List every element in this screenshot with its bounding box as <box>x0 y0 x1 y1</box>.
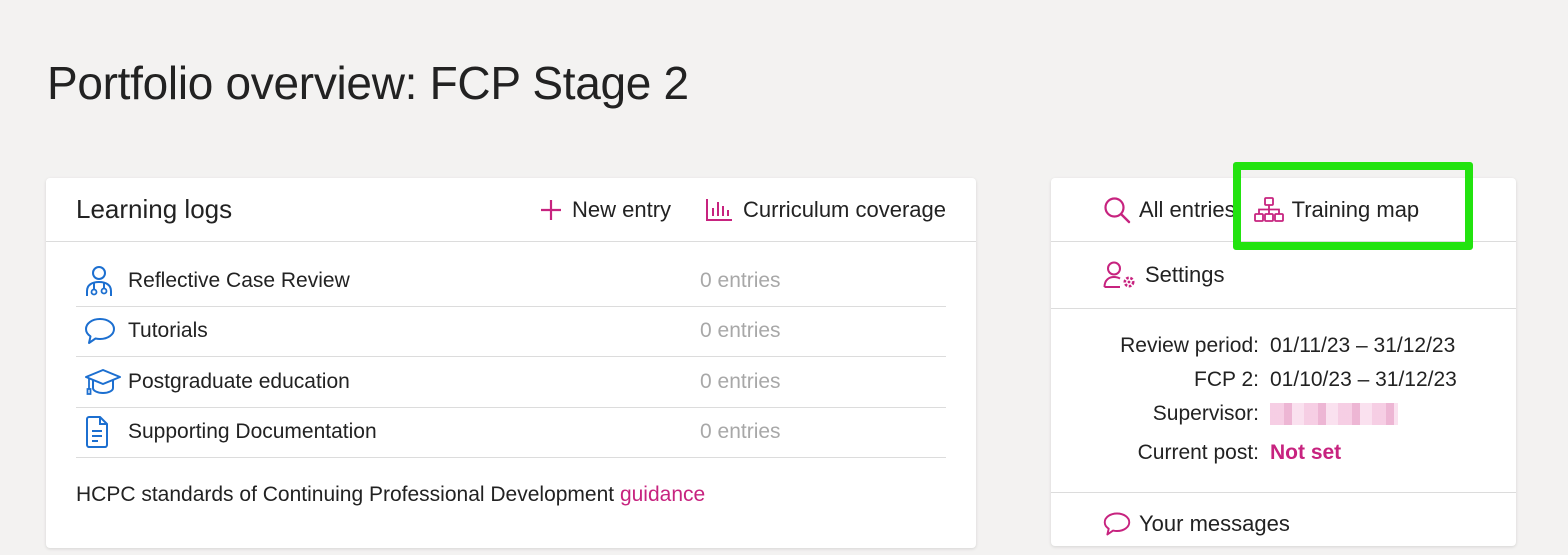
page-title: Portfolio overview: FCP Stage 2 <box>47 57 689 109</box>
review-period-row: Review period: 01/11/23 – 31/12/23 <box>1051 329 1516 363</box>
list-item[interactable]: Reflective Case Review 0 entries <box>76 256 946 307</box>
user-settings-icon <box>1103 261 1135 288</box>
current-post-row: Current post: Not set <box>1051 436 1516 470</box>
new-entry-label: New entry <box>571 196 672 222</box>
list-item-count: 0 entries <box>700 420 781 444</box>
graduation-cap-icon <box>85 368 121 395</box>
learning-logs-actions: New entry Curriculum coverage <box>540 197 946 223</box>
review-period-value: 01/11/23 – 31/12/23 <box>1270 334 1456 357</box>
settings-link[interactable]: Settings <box>1103 261 1225 289</box>
all-entries-label: All entries <box>1139 196 1236 222</box>
all-entries-link[interactable]: All entries <box>1103 196 1236 224</box>
list-item[interactable]: Supporting Documentation 0 entries <box>76 408 946 458</box>
doctor-icon <box>86 265 112 296</box>
document-icon <box>86 416 108 449</box>
curriculum-coverage-button[interactable]: Curriculum coverage <box>705 197 946 223</box>
fcp-label: FCP 2: <box>1194 368 1259 391</box>
sitemap-icon <box>1253 196 1284 222</box>
supervisor-value-redacted <box>1270 403 1398 425</box>
your-messages-link[interactable]: Your messages <box>1103 511 1290 537</box>
speech-bubble-icon <box>1103 512 1131 536</box>
list-item-label: Postgraduate education <box>128 369 350 393</box>
panel-nav: All entries Training map <box>1051 178 1516 242</box>
current-post-value[interactable]: Not set <box>1270 436 1341 470</box>
portfolio-side-panel: All entries Training map Settings Review… <box>1051 178 1516 546</box>
list-item[interactable]: Postgraduate education 0 entries <box>76 357 946 408</box>
fcp-row: FCP 2: 01/10/23 – 31/12/23 <box>1051 363 1516 397</box>
learning-logs-title: Learning logs <box>76 194 233 224</box>
settings-row: Settings <box>1051 242 1516 309</box>
messages-row: Your messages <box>1051 493 1516 555</box>
learning-logs-card: Learning logs New entry Curriculum cover… <box>46 178 976 548</box>
learning-logs-header: Learning logs New entry Curriculum cover… <box>46 178 976 242</box>
curriculum-coverage-label: Curriculum coverage <box>743 196 946 222</box>
list-item-label: Reflective Case Review <box>128 268 350 292</box>
guidance-prefix: HCPC standards of Continuing Professiona… <box>76 483 620 506</box>
supervisor-row: Supervisor: <box>1051 397 1516 436</box>
learning-log-list: Reflective Case Review 0 entries Tutoria… <box>46 256 976 458</box>
speech-bubble-icon <box>85 318 115 345</box>
plus-icon <box>540 199 561 220</box>
list-item-label: Tutorials <box>128 319 208 343</box>
supervisor-label: Supervisor: <box>1152 402 1259 425</box>
list-item[interactable]: Tutorials 0 entries <box>76 307 946 357</box>
list-item-label: Supporting Documentation <box>128 420 377 444</box>
list-item-count: 0 entries <box>700 369 781 393</box>
fcp-value: 01/10/23 – 31/12/23 <box>1270 368 1457 391</box>
search-icon <box>1104 196 1131 223</box>
new-entry-button[interactable]: New entry <box>540 197 671 223</box>
training-map-link[interactable]: Training map <box>1253 196 1420 223</box>
guidance-link[interactable]: guidance <box>620 483 705 506</box>
current-post-label: Current post: <box>1137 441 1259 464</box>
list-item-count: 0 entries <box>700 319 781 343</box>
training-map-label: Training map <box>1291 196 1420 222</box>
review-period-label: Review period: <box>1120 334 1259 357</box>
guidance-text: HCPC standards of Continuing Professiona… <box>46 458 976 507</box>
list-item-count: 0 entries <box>700 268 781 292</box>
bar-chart-icon <box>706 198 733 221</box>
settings-label: Settings <box>1145 262 1225 287</box>
your-messages-label: Your messages <box>1139 511 1290 536</box>
review-info: Review period: 01/11/23 – 31/12/23 FCP 2… <box>1051 309 1516 493</box>
